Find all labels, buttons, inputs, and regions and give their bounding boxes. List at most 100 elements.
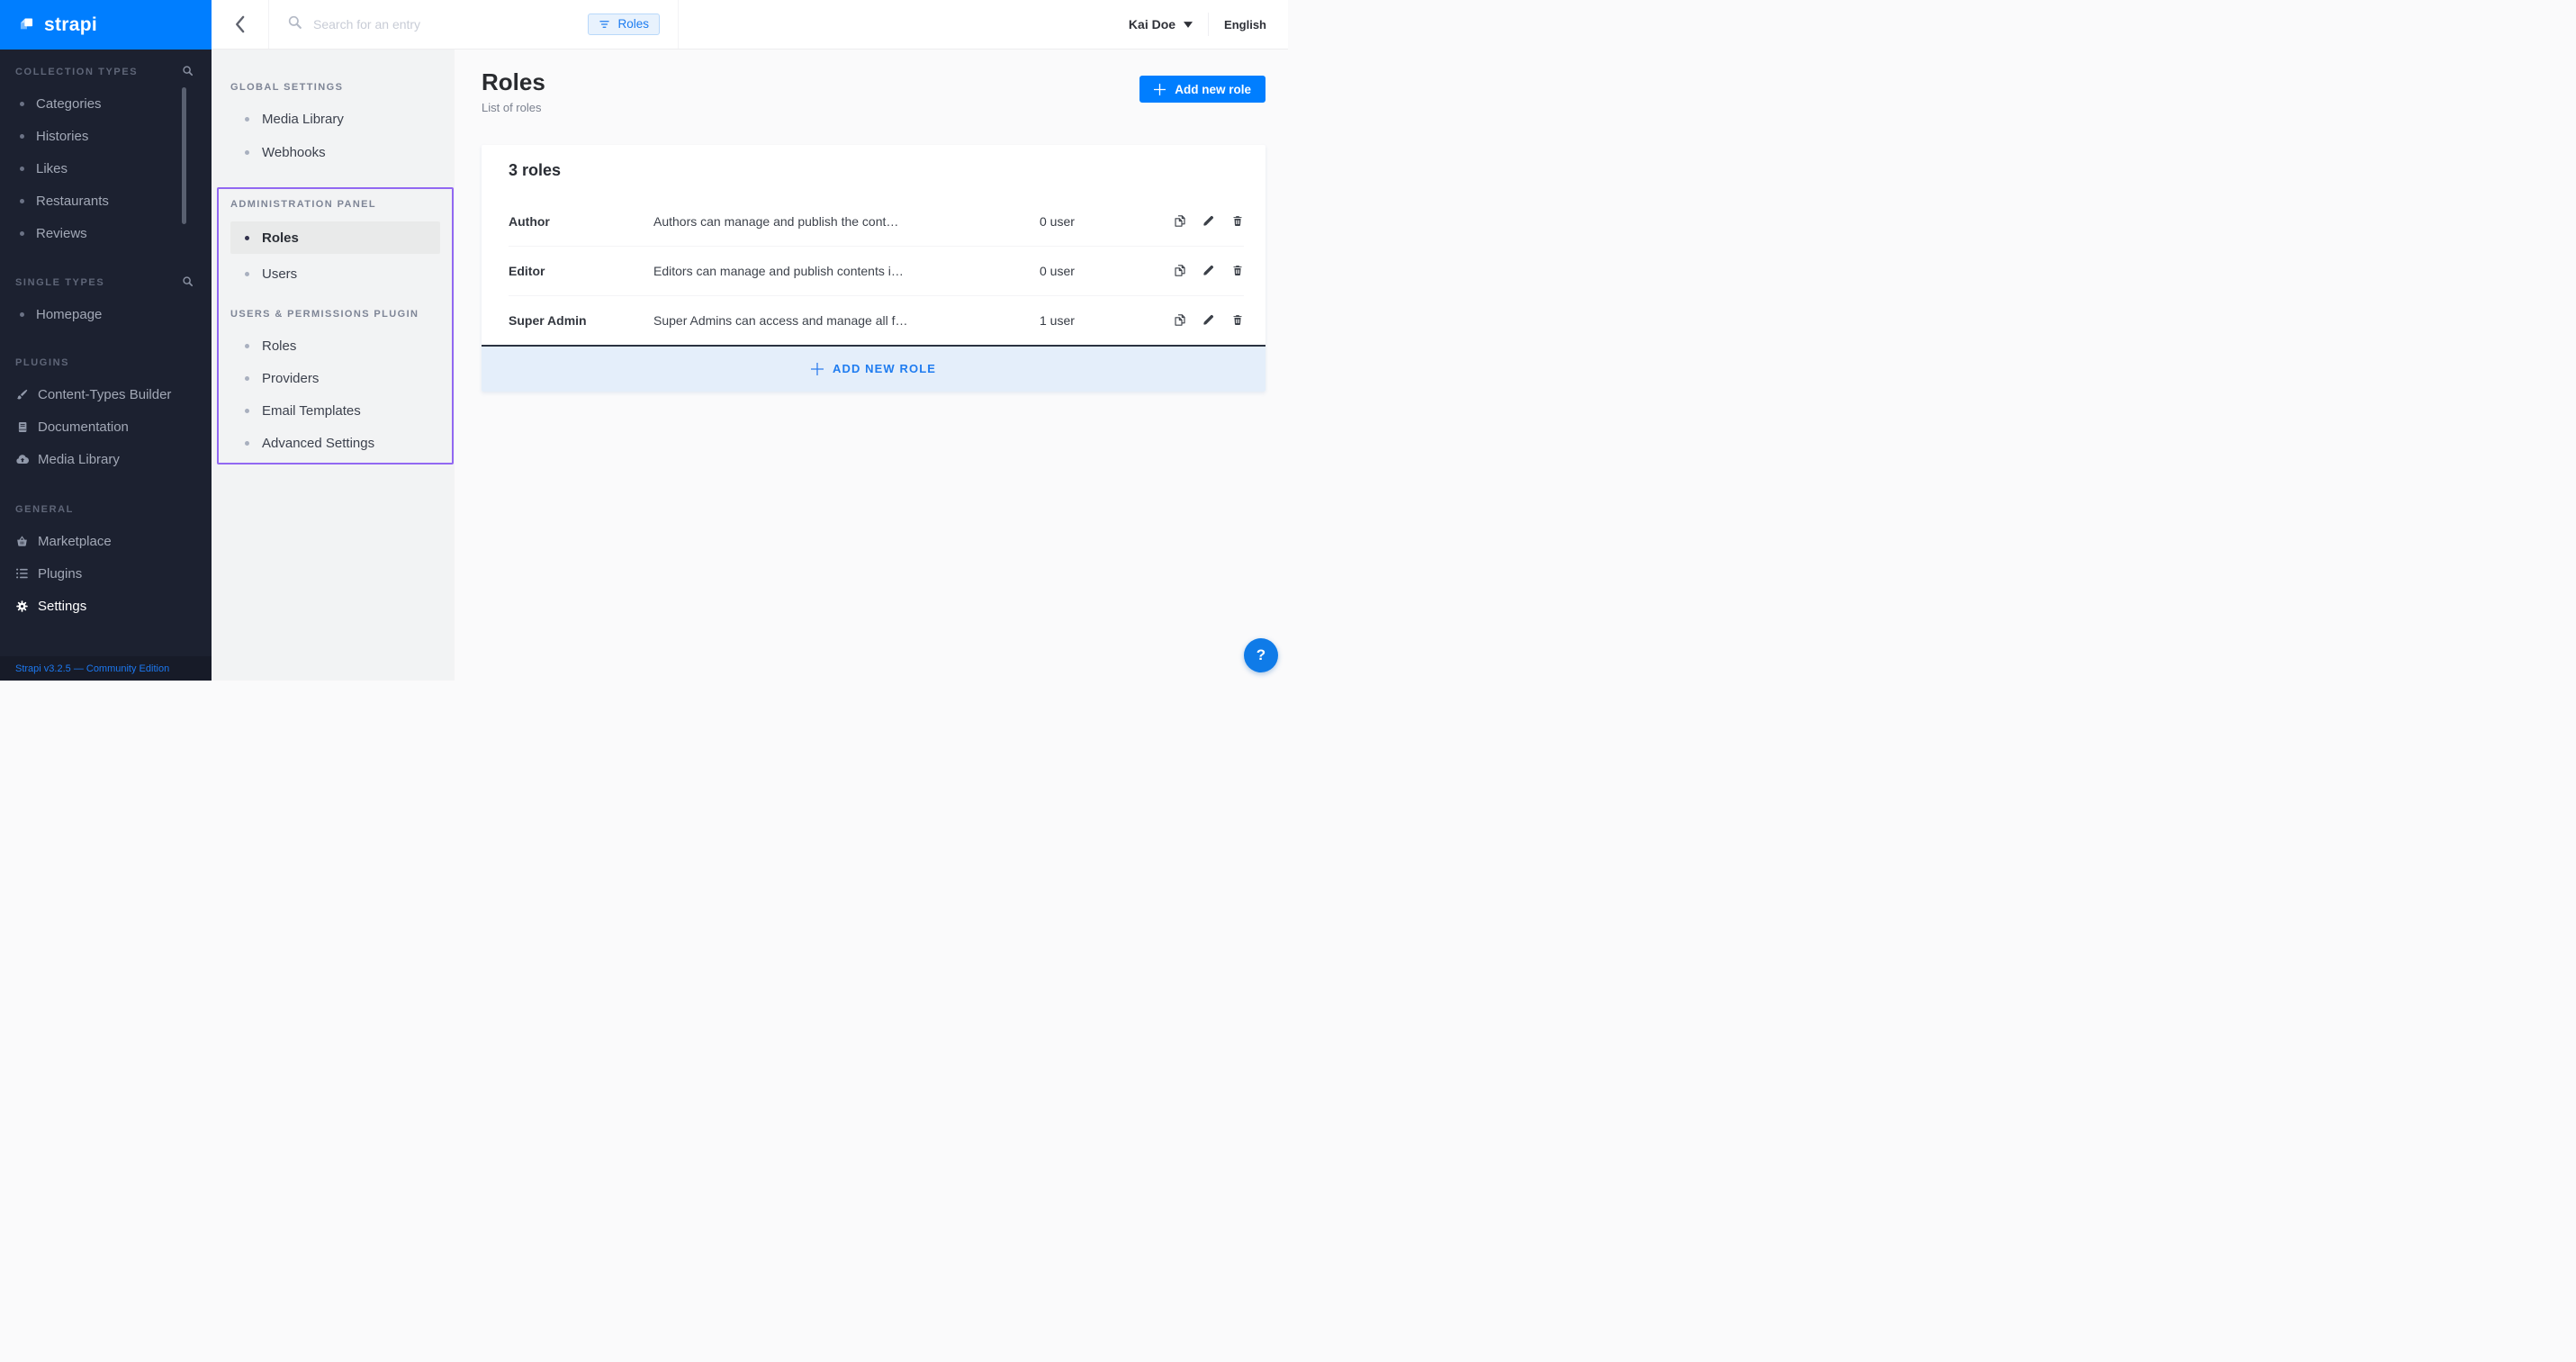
delete-icon[interactable] bbox=[1231, 214, 1244, 228]
search-icon[interactable] bbox=[182, 65, 194, 79]
table-row-author[interactable]: Author Authors can manage and publish th… bbox=[482, 197, 1265, 246]
chevron-left-icon bbox=[234, 14, 246, 34]
basket-icon bbox=[14, 535, 30, 548]
search-icon[interactable] bbox=[182, 275, 194, 290]
sidebar-item-marketplace[interactable]: Marketplace bbox=[0, 525, 212, 557]
add-new-role-footer-button[interactable]: ADD NEW ROLE bbox=[482, 345, 1265, 392]
table-row-super-admin[interactable]: Super Admin Super Admins can access and … bbox=[482, 296, 1265, 345]
settings-item-media-library[interactable]: Media Library bbox=[212, 103, 455, 136]
settings-item-roles-active[interactable]: Roles bbox=[230, 221, 440, 254]
bullet-icon bbox=[20, 231, 24, 236]
sidebar-item-restaurants[interactable]: Restaurants bbox=[0, 185, 212, 217]
filter-icon bbox=[599, 19, 610, 30]
bullet-icon bbox=[245, 117, 249, 122]
sidebar-item-documentation[interactable]: Documentation bbox=[0, 410, 212, 443]
role-name: Editor bbox=[509, 264, 653, 278]
filter-chip-roles[interactable]: Roles bbox=[588, 14, 660, 35]
role-description: Authors can manage and publish the cont… bbox=[653, 214, 1040, 229]
bullet-icon bbox=[245, 409, 249, 413]
sidebar-item-histories[interactable]: Histories bbox=[0, 120, 212, 152]
top-bar: Roles Kai Doe English bbox=[212, 0, 1288, 50]
divider bbox=[1208, 13, 1209, 36]
role-description: Editors can manage and publish contents … bbox=[653, 264, 1040, 278]
sidebar-item-categories[interactable]: Categories bbox=[0, 87, 212, 120]
bullet-icon bbox=[20, 167, 24, 171]
settings-sidebar: GLOBAL SETTINGS Media Library Webhooks A… bbox=[212, 50, 455, 681]
table-row-editor[interactable]: Editor Editors can manage and publish co… bbox=[482, 247, 1265, 295]
bullet-icon bbox=[245, 376, 249, 381]
role-name: Super Admin bbox=[509, 313, 653, 328]
page-subtitle: List of roles bbox=[482, 101, 545, 114]
users-permissions-list: Roles Providers Email Templates Advanced… bbox=[212, 329, 455, 459]
cloud-upload-icon bbox=[14, 453, 30, 465]
back-button[interactable] bbox=[212, 0, 269, 49]
list-icon bbox=[14, 567, 30, 580]
duplicate-icon[interactable] bbox=[1173, 213, 1187, 229]
roles-card: 3 roles Author Authors can manage and pu… bbox=[482, 145, 1265, 392]
strapi-admin-app: strapi COLLECTION TYPES Categories Histo… bbox=[0, 0, 1288, 681]
role-description: Super Admins can access and manage all f… bbox=[653, 313, 1040, 328]
bullet-icon bbox=[245, 236, 249, 240]
settings-item-providers[interactable]: Providers bbox=[212, 362, 455, 394]
users-permissions-header: USERS & PERMISSIONS PLUGIN bbox=[230, 308, 455, 320]
sidebar-item-likes[interactable]: Likes bbox=[0, 152, 212, 185]
bullet-icon bbox=[245, 441, 249, 446]
sidebar-scrollbar[interactable] bbox=[182, 87, 186, 224]
search-input[interactable] bbox=[313, 17, 588, 32]
settings-item-webhooks[interactable]: Webhooks bbox=[212, 136, 455, 169]
duplicate-icon[interactable] bbox=[1173, 263, 1187, 278]
version-link[interactable]: Strapi v3.2.5 — Community Edition bbox=[15, 663, 169, 674]
bullet-icon bbox=[245, 344, 249, 348]
sidebar-item-media-library[interactable]: Media Library bbox=[0, 443, 212, 475]
main-sidebar: strapi COLLECTION TYPES Categories Histo… bbox=[0, 0, 212, 681]
bullet-icon bbox=[245, 150, 249, 155]
settings-item-advanced-settings[interactable]: Advanced Settings bbox=[212, 427, 455, 459]
gear-icon bbox=[14, 600, 30, 613]
plus-icon bbox=[811, 363, 824, 375]
edit-icon[interactable] bbox=[1202, 214, 1216, 228]
top-bar-right: Kai Doe English bbox=[679, 0, 1288, 49]
global-settings-header: GLOBAL SETTINGS bbox=[230, 81, 455, 94]
main-content: Roles List of roles Add new role 3 roles… bbox=[455, 50, 1288, 681]
edit-icon[interactable] bbox=[1202, 313, 1216, 327]
sidebar-item-homepage[interactable]: Homepage bbox=[0, 298, 212, 330]
user-name: Kai Doe bbox=[1129, 17, 1175, 32]
sidebar-item-content-types-builder[interactable]: Content-Types Builder bbox=[0, 378, 212, 410]
language-selector[interactable]: English bbox=[1224, 18, 1266, 32]
book-icon bbox=[14, 420, 30, 434]
strapi-logo[interactable]: strapi bbox=[0, 0, 212, 50]
single-types-list: Homepage bbox=[0, 298, 212, 330]
bullet-icon bbox=[20, 102, 24, 106]
search-bar: Roles bbox=[269, 0, 679, 49]
user-menu[interactable]: Kai Doe bbox=[1129, 17, 1193, 32]
collection-types-list: Categories Histories Likes Restaurants R… bbox=[0, 87, 212, 249]
settings-item-email-templates[interactable]: Email Templates bbox=[212, 394, 455, 427]
collection-types-header: COLLECTION TYPES bbox=[15, 66, 194, 78]
administration-panel-header: ADMINISTRATION PANEL bbox=[230, 198, 455, 211]
add-new-role-button[interactable]: Add new role bbox=[1139, 76, 1265, 103]
row-actions bbox=[1173, 263, 1244, 278]
delete-icon[interactable] bbox=[1231, 264, 1244, 277]
duplicate-icon[interactable] bbox=[1173, 312, 1187, 328]
sidebar-item-plugins[interactable]: Plugins bbox=[0, 557, 212, 590]
roles-count-header: 3 roles bbox=[482, 145, 1265, 197]
sidebar-item-reviews[interactable]: Reviews bbox=[0, 217, 212, 249]
logo-wordmark: strapi bbox=[44, 14, 97, 36]
plugins-list: Content-Types Builder Documentation Medi… bbox=[0, 378, 212, 475]
strapi-logo-icon bbox=[17, 15, 36, 34]
bullet-icon bbox=[20, 312, 24, 317]
help-button[interactable]: ? bbox=[1244, 638, 1278, 672]
page-title: Roles bbox=[482, 69, 545, 96]
version-strip: Strapi v3.2.5 — Community Edition bbox=[0, 656, 212, 681]
bullet-icon bbox=[245, 272, 249, 276]
edit-icon[interactable] bbox=[1202, 264, 1216, 277]
role-name: Author bbox=[509, 214, 653, 229]
page-header: Roles List of roles Add new role bbox=[482, 69, 1265, 114]
search-icon bbox=[287, 14, 302, 34]
settings-item-users[interactable]: Users bbox=[212, 257, 455, 290]
paintbrush-icon bbox=[14, 388, 30, 401]
sidebar-item-settings[interactable]: Settings bbox=[0, 590, 212, 622]
row-actions bbox=[1173, 312, 1244, 328]
delete-icon[interactable] bbox=[1231, 313, 1244, 327]
settings-item-up-roles[interactable]: Roles bbox=[212, 329, 455, 362]
